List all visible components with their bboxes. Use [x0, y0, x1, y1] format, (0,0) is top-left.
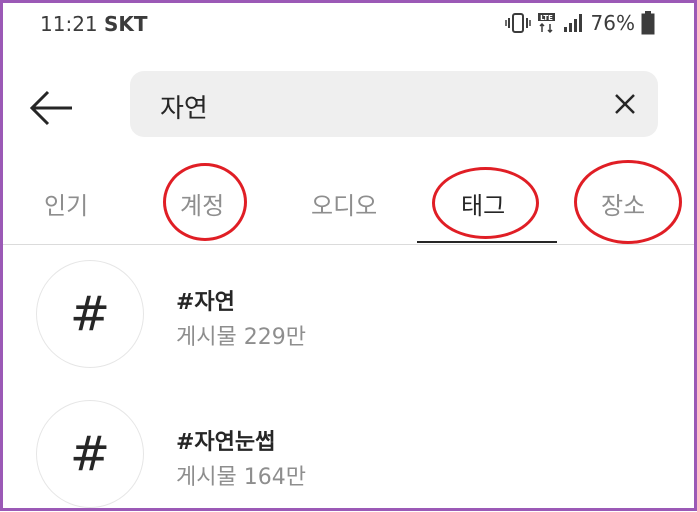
list-item[interactable]: # #자연눈썹 게시물 164만	[0, 392, 697, 512]
tab-popular[interactable]: 인기	[44, 186, 88, 221]
signal-icon	[563, 14, 582, 32]
hashtag-avatar: #	[36, 260, 144, 368]
close-icon	[615, 94, 635, 114]
tag-post-count: 게시물 164만	[176, 465, 306, 490]
tab-audio[interactable]: 오디오	[311, 186, 377, 221]
tab-places[interactable]: 장소	[601, 186, 645, 221]
status-time-value: 11:21	[40, 12, 98, 36]
back-arrow-icon	[29, 90, 72, 126]
battery-percent: 76%	[590, 11, 635, 35]
battery-icon	[641, 11, 655, 35]
status-bar: 11:21 SKT LTE 76%	[0, 0, 697, 48]
tag-name: #자연눈썹	[176, 430, 276, 455]
search-input[interactable]: 자연	[130, 71, 658, 137]
carrier-name: SKT	[104, 12, 148, 36]
active-tab-indicator	[417, 241, 557, 243]
lte-label: LTE	[540, 14, 553, 22]
status-icons: LTE 76%	[504, 11, 655, 35]
tab-tags[interactable]: 태그	[461, 186, 505, 221]
lte-icon: LTE	[537, 13, 555, 34]
hashtag-avatar: #	[36, 400, 144, 508]
clear-search-button[interactable]	[610, 89, 640, 119]
tag-post-count: 게시물 229만	[176, 325, 306, 350]
tag-name: #자연	[176, 290, 235, 315]
list-item[interactable]: # #자연 게시물 229만	[0, 252, 697, 372]
vibrate-icon	[504, 13, 531, 33]
search-query: 자연	[160, 94, 208, 124]
tab-accounts[interactable]: 계정	[180, 186, 224, 221]
status-time: 11:21 SKT	[40, 12, 148, 36]
search-tabs: 인기 계정 오디오 태그 장소	[0, 160, 697, 245]
back-button[interactable]	[28, 84, 76, 132]
